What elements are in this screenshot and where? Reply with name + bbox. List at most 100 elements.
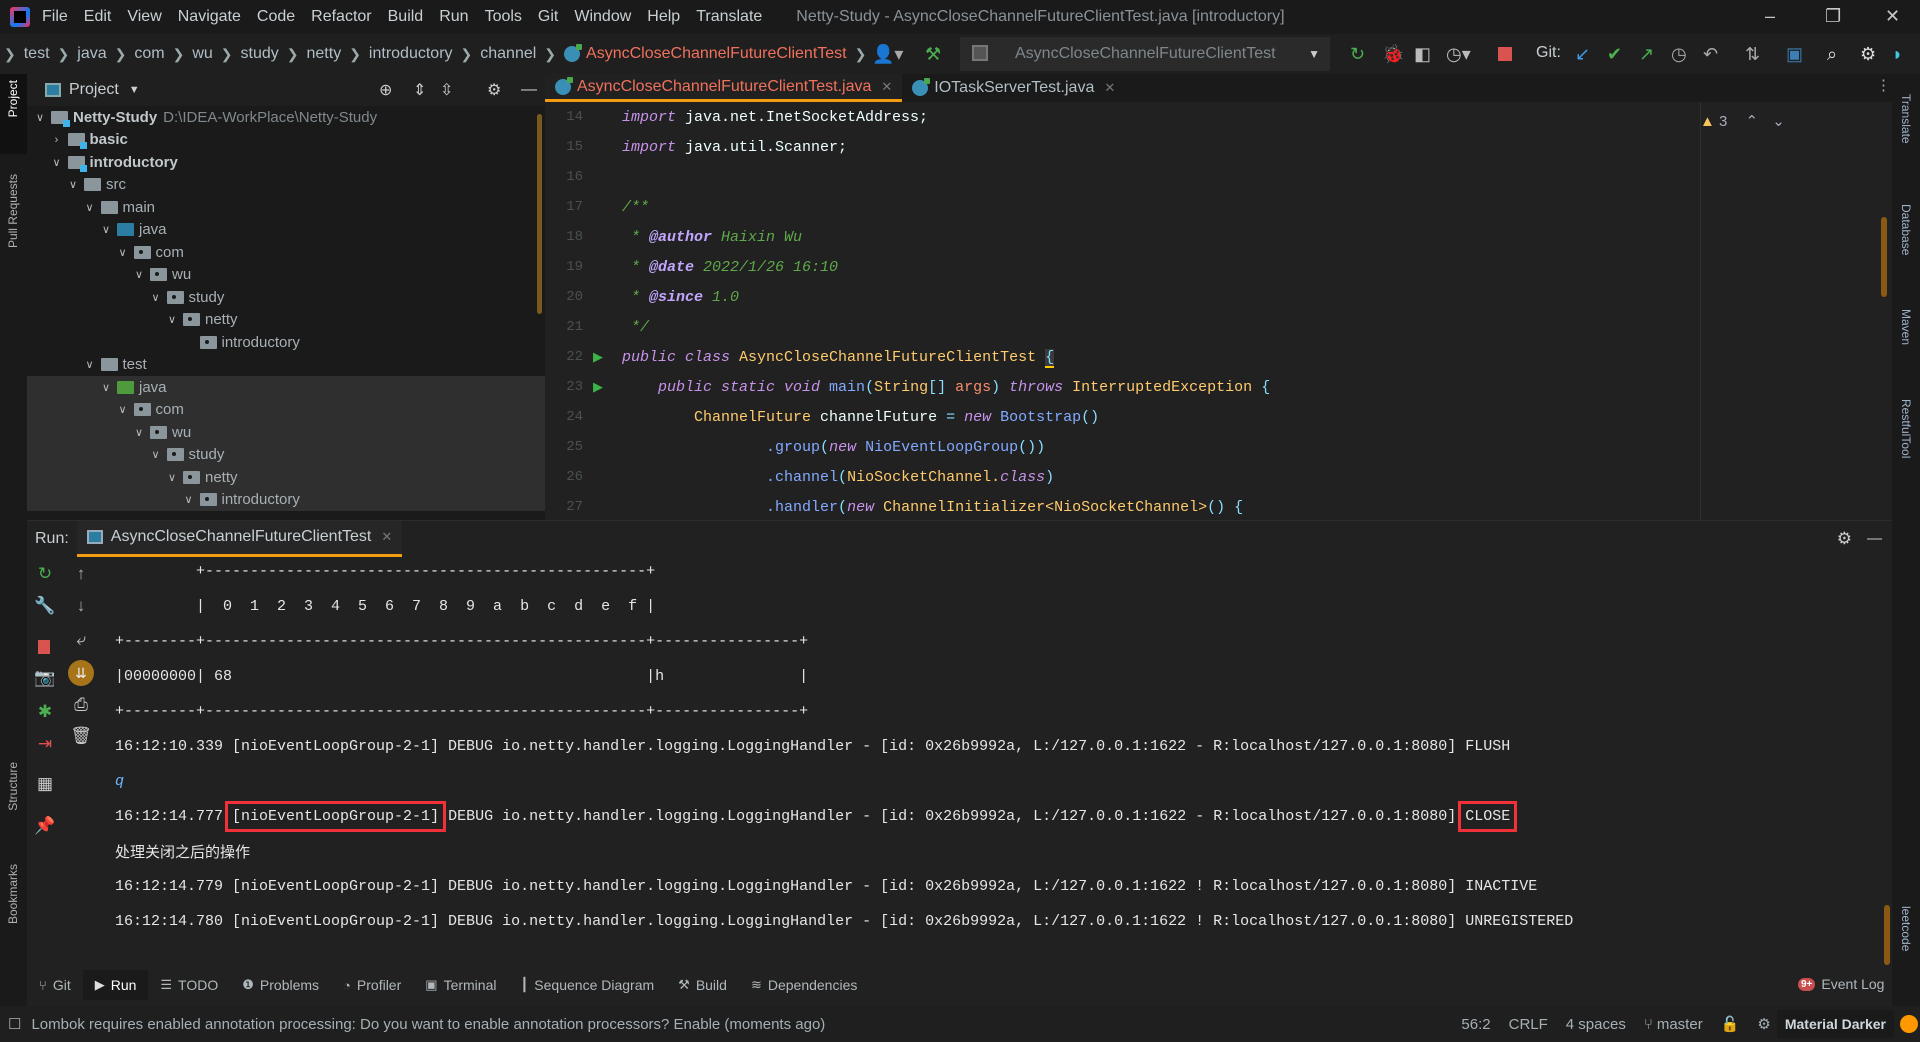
compare-icon[interactable]: ⇅: [1745, 44, 1760, 65]
chevron-right-icon[interactable]: ›: [50, 134, 64, 146]
pin-icon[interactable]: 📌: [33, 816, 57, 836]
tool-tab-build[interactable]: ⚒ Build: [666, 970, 739, 1000]
close-tab-icon[interactable]: ✕: [881, 79, 892, 95]
next-highlight-icon[interactable]: ⌄: [1772, 113, 1785, 130]
menu-edit[interactable]: Edit: [84, 8, 112, 26]
breadcrumb-item[interactable]: wu: [192, 45, 212, 63]
indent-setting[interactable]: 4 spaces: [1566, 1016, 1626, 1033]
coverage-icon[interactable]: ◧: [1414, 44, 1431, 65]
restore-icon[interactable]: ❐: [1825, 6, 1841, 27]
tool-window-structure[interactable]: Structure: [6, 762, 20, 811]
chevron-down-icon[interactable]: ∨: [83, 201, 97, 214]
tool-window-maven[interactable]: Maven: [1899, 309, 1913, 345]
profile-icon[interactable]: ◷▾: [1446, 44, 1471, 65]
close-tab-icon[interactable]: ✕: [1104, 80, 1115, 96]
chevron-down-icon[interactable]: ∨: [165, 471, 179, 484]
trash-icon[interactable]: 🗑: [69, 726, 93, 746]
tool-window-database[interactable]: Database: [1899, 204, 1913, 255]
status-message[interactable]: Lombok requires enabled annotation proce…: [31, 1016, 825, 1033]
breadcrumb-item[interactable]: AsyncCloseChannelFutureClientTest: [586, 45, 847, 63]
rerun-icon[interactable]: ↻: [1350, 44, 1365, 65]
run-configuration-select[interactable]: AsyncCloseChannelFutureClientTest ▼: [960, 37, 1330, 71]
run-gutter-icon[interactable]: ▶: [587, 349, 622, 365]
chevron-down-icon[interactable]: ∨: [99, 223, 113, 236]
tree-item[interactable]: ∨ introductory: [27, 488, 545, 511]
tree-item[interactable]: ∨ study: [27, 286, 545, 309]
tool-tab-terminal[interactable]: ▣ Terminal: [413, 970, 508, 1000]
tree-item[interactable]: ∨ wu: [27, 421, 545, 444]
chevron-down-icon[interactable]: ∨: [132, 268, 146, 281]
user-icon[interactable]: 👤▾: [872, 44, 903, 65]
tool-tab-run[interactable]: ▶ Run: [82, 970, 149, 1000]
menu-navigate[interactable]: Navigate: [178, 8, 241, 26]
hector-icon[interactable]: ⚙: [1757, 1015, 1770, 1033]
tree-item[interactable]: ∨ introductory: [27, 151, 545, 174]
chevron-down-icon[interactable]: ∨: [149, 291, 163, 304]
tree-item[interactable]: ∨ test: [27, 354, 545, 377]
chevron-down-icon[interactable]: ∨: [165, 313, 179, 326]
soft-wrap-icon[interactable]: ⤶: [69, 630, 93, 650]
tree-item[interactable]: ∨ java: [27, 376, 545, 399]
editor-tab[interactable]: IOTaskServerTest.java ✕: [902, 74, 1125, 102]
menu-code[interactable]: Code: [257, 8, 295, 26]
inspection-widget[interactable]: ▲ 3 ⌃ ⌄: [1700, 112, 1785, 130]
menu-window[interactable]: Window: [574, 8, 631, 26]
theme-indicator[interactable]: Material Darker: [1776, 1010, 1894, 1038]
scroll-down-icon[interactable]: ↓: [69, 596, 93, 616]
tool-tab-dependencies[interactable]: ≋ Dependencies: [739, 970, 869, 1000]
stop-icon[interactable]: [1498, 47, 1512, 61]
hide-panel-icon[interactable]: —: [1867, 530, 1882, 547]
breadcrumb-item[interactable]: channel: [480, 45, 536, 63]
stop-icon[interactable]: [38, 640, 50, 654]
tree-item[interactable]: ∨ netty: [27, 466, 545, 489]
tool-window-pull-requests[interactable]: Pull Requests: [6, 174, 20, 248]
chevron-down-icon[interactable]: ∨: [50, 156, 64, 169]
chevron-down-icon[interactable]: ▼: [129, 84, 140, 96]
breadcrumb-item[interactable]: netty: [307, 45, 342, 63]
collapse-all-icon[interactable]: ⇳: [440, 80, 453, 100]
tree-item[interactable]: ∨ main: [27, 196, 545, 219]
menu-build[interactable]: Build: [388, 8, 424, 26]
tool-window-translate[interactable]: Translate: [1899, 94, 1913, 144]
tool-tab-todo[interactable]: ☰ TODO: [148, 970, 230, 1000]
debug-attach-icon[interactable]: ✱: [33, 702, 57, 722]
caret-position[interactable]: 56:2: [1461, 1016, 1490, 1033]
breadcrumb-item[interactable]: introductory: [369, 45, 453, 63]
exit-icon[interactable]: ⇥: [33, 734, 57, 754]
history-icon[interactable]: ◷: [1671, 44, 1687, 65]
menu-git[interactable]: Git: [538, 8, 558, 26]
tree-item[interactable]: ∨ com: [27, 241, 545, 264]
event-log-button[interactable]: 9+ Event Log: [1798, 976, 1884, 992]
menu-run[interactable]: Run: [439, 8, 468, 26]
git-push-icon[interactable]: ↗: [1639, 44, 1654, 65]
tool-tab-problems[interactable]: ❶ Problems: [230, 970, 331, 1000]
chevron-down-icon[interactable]: ∨: [182, 493, 196, 506]
lock-icon[interactable]: 🔓: [1721, 1015, 1740, 1033]
build-hammer-icon[interactable]: ⚒: [925, 44, 941, 65]
menu-translate[interactable]: Translate: [696, 8, 762, 26]
chevron-down-icon[interactable]: ∨: [66, 178, 80, 191]
scroll-up-icon[interactable]: ↑: [69, 564, 93, 584]
git-update-icon[interactable]: ↙: [1575, 44, 1590, 65]
tree-item[interactable]: ∨ java: [27, 219, 545, 242]
close-tab-icon[interactable]: ✕: [381, 529, 392, 545]
tool-window-project[interactable]: Project: [6, 80, 20, 117]
gear-icon[interactable]: ⚙: [1860, 44, 1876, 65]
debug-icon[interactable]: 🐞: [1382, 44, 1404, 65]
tool-window-restfultool[interactable]: RestfulTool: [1899, 399, 1913, 458]
tool-tab-sequence-diagram[interactable]: ┃ Sequence Diagram: [508, 970, 666, 1000]
layout-icon[interactable]: ▦: [33, 774, 57, 794]
menu-refactor[interactable]: Refactor: [311, 8, 371, 26]
tree-item[interactable]: introductory: [27, 331, 545, 354]
tool-window-leetcode[interactable]: leetcode: [1899, 906, 1913, 951]
editor-scrollbar[interactable]: [1881, 217, 1887, 297]
menu-view[interactable]: View: [127, 8, 161, 26]
console-output[interactable]: +---------------------------------------…: [115, 554, 1885, 966]
rerun-icon[interactable]: ↻: [33, 564, 57, 584]
project-view-select[interactable]: Project: [69, 81, 119, 99]
tree-item[interactable]: › basic: [27, 129, 545, 152]
tree-item[interactable]: ∨ Netty-Study D:\IDEA-WorkPlace\Netty-Stud…: [27, 106, 545, 129]
chevron-down-icon[interactable]: ∨: [99, 381, 113, 394]
close-window-icon[interactable]: ✕: [1885, 6, 1900, 27]
chevron-down-icon[interactable]: ∨: [132, 426, 146, 439]
